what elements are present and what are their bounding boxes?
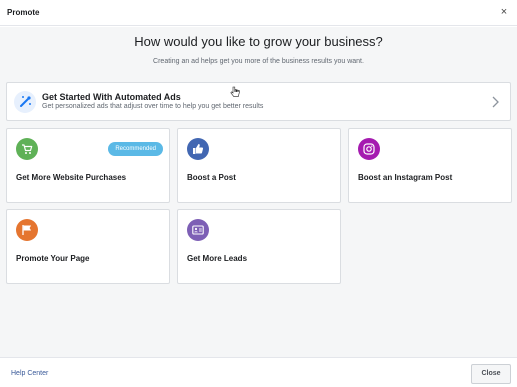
dialog-header: Promote × <box>0 0 517 26</box>
automated-ads-card[interactable]: Get Started With Automated Ads Get perso… <box>6 82 511 121</box>
page-heading: How would you like to grow your business… <box>134 34 383 49</box>
mouse-cursor-icon <box>230 86 240 97</box>
shopping-cart-icon <box>16 138 38 160</box>
dialog-footer: Help Center Close <box>0 357 517 387</box>
option-label: Boost an Instagram Post <box>358 173 453 182</box>
option-label: Get More Leads <box>187 254 248 263</box>
close-icon[interactable]: × <box>497 5 511 19</box>
automated-ads-title: Get Started With Automated Ads <box>42 92 181 102</box>
dialog-title: Promote <box>7 8 40 17</box>
recommended-badge: Recommended <box>108 142 163 156</box>
contact-card-icon <box>187 219 209 241</box>
option-label: Get More Website Purchases <box>16 173 127 182</box>
close-button[interactable]: Close <box>471 364 511 384</box>
thumbs-up-icon <box>187 138 209 160</box>
option-website-purchases[interactable]: Recommended Get More Website Purchases <box>6 128 170 203</box>
option-boost-post[interactable]: Boost a Post <box>177 128 341 203</box>
help-center-link[interactable]: Help Center <box>11 370 48 377</box>
option-label: Promote Your Page <box>16 254 90 263</box>
automated-ads-subtitle: Get personalized ads that adjust over ti… <box>42 103 264 110</box>
magic-wand-icon <box>14 91 36 113</box>
flag-icon <box>16 219 38 241</box>
option-promote-page[interactable]: Promote Your Page <box>6 209 170 284</box>
option-get-leads[interactable]: Get More Leads <box>177 209 341 284</box>
chevron-right-icon <box>492 96 499 108</box>
option-label: Boost a Post <box>187 173 236 182</box>
option-boost-instagram[interactable]: Boost an Instagram Post <box>348 128 512 203</box>
instagram-icon <box>358 138 380 160</box>
page-subheading: Creating an ad helps get you more of the… <box>153 58 364 65</box>
